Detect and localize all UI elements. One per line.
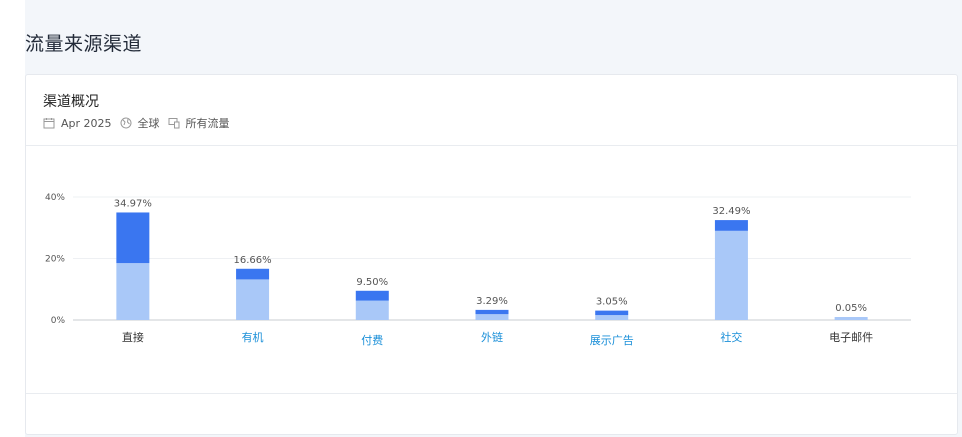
bar-segment-top <box>116 212 150 264</box>
category-label[interactable]: 付费 <box>361 334 383 347</box>
bar-value-label: 16.66% <box>234 255 272 266</box>
bar-value-label: 3.05% <box>596 297 628 308</box>
category-label[interactable]: 展示广告 <box>590 334 634 347</box>
bar-value-label: 32.49% <box>712 206 750 217</box>
bar-segment-base <box>475 314 509 320</box>
bar-segment-base <box>355 300 389 320</box>
y-tick-label: 40% <box>45 193 65 203</box>
y-tick-label: 20% <box>45 255 65 265</box>
channel-bar-chart: 0% 20% 40% 34.97% 直接 16.66% 有机 9.50% 付费 3.29% 外链 3.… <box>45 193 911 347</box>
category-label[interactable]: 社交 <box>720 330 742 344</box>
y-tick-label: 0% <box>51 316 66 326</box>
bar-segment-base <box>595 315 629 320</box>
category-label[interactable]: 外链 <box>481 330 503 344</box>
bar-segment-base <box>834 317 868 320</box>
category-label: 直接 <box>122 330 144 344</box>
bar-segment-top <box>236 268 270 280</box>
bar-segment-base <box>236 279 270 320</box>
bar-segment-base <box>714 230 748 320</box>
bar-segment-top <box>475 309 509 315</box>
category-label[interactable]: 有机 <box>242 330 264 344</box>
bar-segment-top <box>714 220 748 231</box>
category-label: 电子邮件 <box>829 331 873 344</box>
bar-value-label: 0.05% <box>835 303 867 314</box>
bar-segment-top <box>595 310 629 316</box>
bar-segment-top <box>355 290 389 301</box>
bar-segment-base <box>116 263 150 320</box>
bar-value-label: 3.29% <box>476 296 508 307</box>
bar-value-label: 34.97% <box>114 198 152 209</box>
bar-value-label: 9.50% <box>356 277 388 288</box>
